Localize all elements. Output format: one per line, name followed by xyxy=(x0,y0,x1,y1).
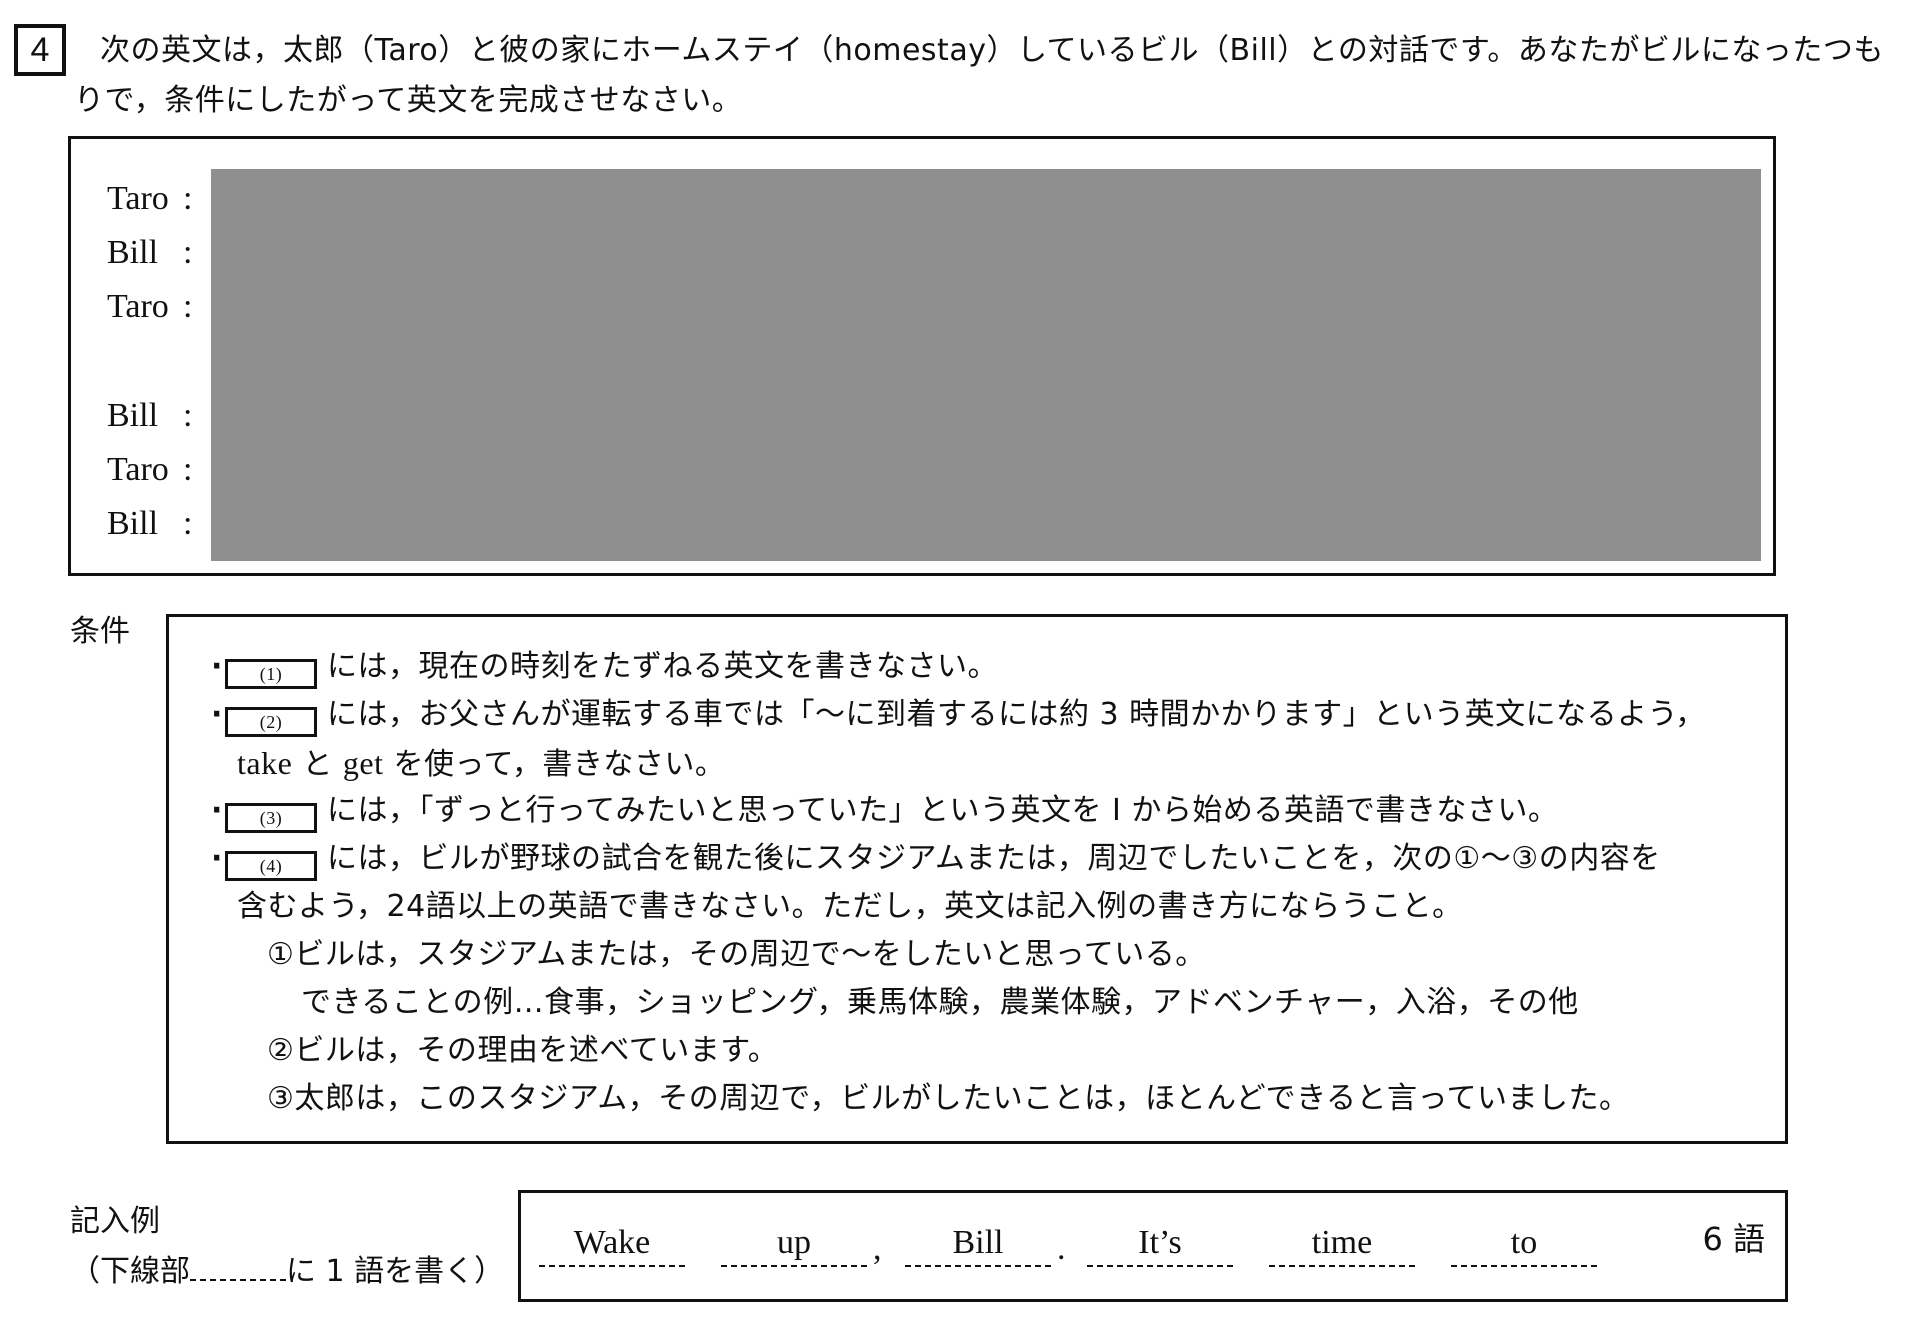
instruction-line-1: 次の英文は，太郎（Taro）と彼の家にホームステイ（homestay）しているビ… xyxy=(100,33,1884,68)
sub-point: ③太郎は，このスタジアム，その周辺で，ビルがしたいことは，ほとんどできると言って… xyxy=(267,1081,1630,1116)
example-word: Wake xyxy=(539,1223,685,1267)
answer-blank-label: (1) xyxy=(225,659,317,689)
example-word: time xyxy=(1269,1223,1415,1267)
instruction-line-2: りで，条件にしたがって英文を完成させなさい。 xyxy=(74,83,743,118)
speaker-label: Bill: xyxy=(107,234,193,271)
example-word: It’s xyxy=(1087,1223,1233,1267)
condition-item: · (4) には，ビルが野球の試合を観た後にスタジアムまたは，周辺でしたいことを，次… xyxy=(211,835,1661,883)
example-label: 記入例 xyxy=(70,1204,160,1239)
bullet-icon: · xyxy=(211,841,223,876)
example-word: to xyxy=(1451,1223,1597,1267)
example-word: up xyxy=(721,1223,867,1267)
question-number-box: 4 xyxy=(14,24,66,76)
answer-blank-label: (2) xyxy=(225,707,317,737)
bullet-icon: · xyxy=(211,793,223,828)
sub-point-examples: できることの例…食事，ショッピング，乗馬体験，農業体験，アドベンチャー，入浴，そ… xyxy=(301,985,1579,1020)
example-word: Bill xyxy=(905,1223,1051,1267)
example-punctuation: , xyxy=(873,1230,882,1267)
bullet-icon: · xyxy=(211,697,223,732)
speaker-label: Taro: xyxy=(107,451,193,488)
redacted-dialogue-block xyxy=(211,169,1761,561)
condition-item: · (1) には，現在の時刻をたずねる英文を書きなさい。 xyxy=(211,643,998,691)
condition-continuation: take と get を使って，書きなさい。 xyxy=(237,745,726,782)
speaker-label: Taro: xyxy=(107,288,193,325)
answer-blank-label: (3) xyxy=(225,803,317,833)
answer-blank-label: (4) xyxy=(225,851,317,881)
underline-sample xyxy=(190,1251,286,1281)
word-count: 6 語 xyxy=(1702,1220,1765,1258)
condition-item: · (2) には，お父さんが運転する車では「～に到着するには約 3 時間かかります」… xyxy=(211,691,1706,739)
bullet-icon: · xyxy=(211,649,223,684)
example-box: Wake up , Bill . It’s time to 6 語 xyxy=(518,1190,1788,1302)
conditions-box: · (1) には，現在の時刻をたずねる英文を書きなさい。 · (2) には，お父さんが運… xyxy=(166,614,1788,1144)
example-note: （下線部に 1 語を書く） xyxy=(70,1250,504,1294)
conditions-label: 条件 xyxy=(70,614,130,649)
example-punctuation: . xyxy=(1057,1230,1066,1267)
condition-item: · (3) には，「ずっと行ってみたいと思っていた」という英文を I から始める英語… xyxy=(211,787,1558,835)
sub-point: ①ビルは，スタジアムまたは，その周辺で～をしたいと思っている。 xyxy=(267,937,1206,972)
speaker-label: Bill: xyxy=(107,505,193,542)
speaker-label: Bill: xyxy=(107,397,193,434)
condition-continuation: 含むよう，24語以上の英語で書きなさい。ただし，英文は記入例の書き方にならうこと… xyxy=(237,889,1463,924)
sub-point: ②ビルは，その理由を述べています。 xyxy=(267,1033,779,1068)
dialogue-box: Taro: Bill: Taro: Bill: Taro: Bill: xyxy=(68,136,1776,576)
speaker-label: Taro: xyxy=(107,180,193,217)
